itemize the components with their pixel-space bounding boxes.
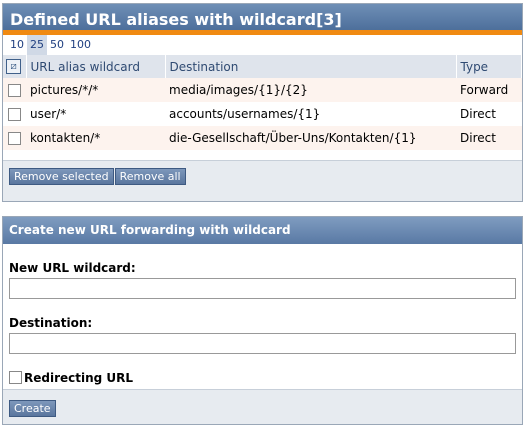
- row-checkbox[interactable]: [8, 132, 21, 145]
- row-checkbox-cell[interactable]: [3, 102, 26, 126]
- row-checkbox[interactable]: [8, 108, 21, 121]
- page-size-50[interactable]: 50: [47, 35, 67, 55]
- row-checkbox-cell[interactable]: [3, 78, 26, 102]
- column-header-type[interactable]: Type: [456, 55, 522, 78]
- wildcard-input[interactable]: [9, 278, 516, 299]
- aliases-panel-title: Defined URL aliases with wildcard[3]: [3, 4, 522, 35]
- type-cell: Direct: [460, 107, 496, 121]
- table-row[interactable]: kontakten/* die-Gesellschaft/Über-Uns/Ko…: [3, 126, 522, 150]
- row-checkbox[interactable]: [8, 84, 21, 97]
- alias-cell: pictures/*/*: [26, 78, 165, 102]
- wildcard-label: New URL wildcard:: [9, 261, 136, 275]
- row-checkbox-cell[interactable]: [3, 126, 26, 150]
- aliases-table: ⧄ URL alias wildcard Destination Type pi…: [3, 55, 522, 150]
- table-row[interactable]: pictures/*/* media/images/{1}/{2} Forwar…: [3, 78, 522, 102]
- create-button[interactable]: Create: [9, 400, 56, 417]
- destination-cell: accounts/usernames/{1}: [169, 107, 321, 121]
- type-cell: Forward: [456, 78, 522, 102]
- select-all-icon[interactable]: ⧄: [6, 59, 21, 74]
- destination-input[interactable]: [9, 333, 516, 354]
- column-header-alias[interactable]: URL alias wildcard: [26, 55, 166, 78]
- select-all-header[interactable]: ⧄: [3, 55, 27, 78]
- destination-cell: media/images/{1}/{2}: [165, 78, 456, 102]
- redirecting-label[interactable]: Redirecting URL: [24, 371, 133, 385]
- column-header-destination[interactable]: Destination: [165, 55, 457, 78]
- destination-cell: die-Gesellschaft/Über-Uns/Kontakten/{1}: [165, 126, 456, 150]
- create-forwarding-panel: Create new URL forwarding with wildcard …: [2, 216, 523, 425]
- page-size-100[interactable]: 100: [67, 35, 94, 55]
- alias-cell: user/*: [30, 107, 67, 121]
- table-row[interactable]: user/* accounts/usernames/{1} Direct: [3, 102, 522, 126]
- remove-selected-button[interactable]: Remove selected: [9, 168, 114, 185]
- alias-cell: kontakten/*: [26, 126, 165, 150]
- table-header-row: ⧄ URL alias wildcard Destination Type: [3, 55, 522, 78]
- remove-all-button[interactable]: Remove all: [114, 168, 186, 185]
- redirecting-row: Redirecting URL: [9, 371, 516, 387]
- create-panel-title: Create new URL forwarding with wildcard: [3, 217, 522, 244]
- page-size-10[interactable]: 10: [7, 35, 27, 55]
- table-actions-bar: Remove selected Remove all: [3, 160, 522, 201]
- create-actions-bar: Create: [3, 389, 522, 424]
- page-size-25[interactable]: 25: [27, 35, 47, 55]
- type-cell: Direct: [456, 126, 522, 150]
- destination-label: Destination:: [9, 316, 93, 330]
- url-aliases-panel: Defined URL aliases with wildcard[3] 10 2…: [2, 3, 523, 202]
- redirecting-checkbox[interactable]: [9, 371, 22, 384]
- create-form: New URL wildcard: Destination: Redirecti…: [3, 261, 522, 387]
- page-size-selector: 10 25 50 100: [3, 35, 522, 55]
